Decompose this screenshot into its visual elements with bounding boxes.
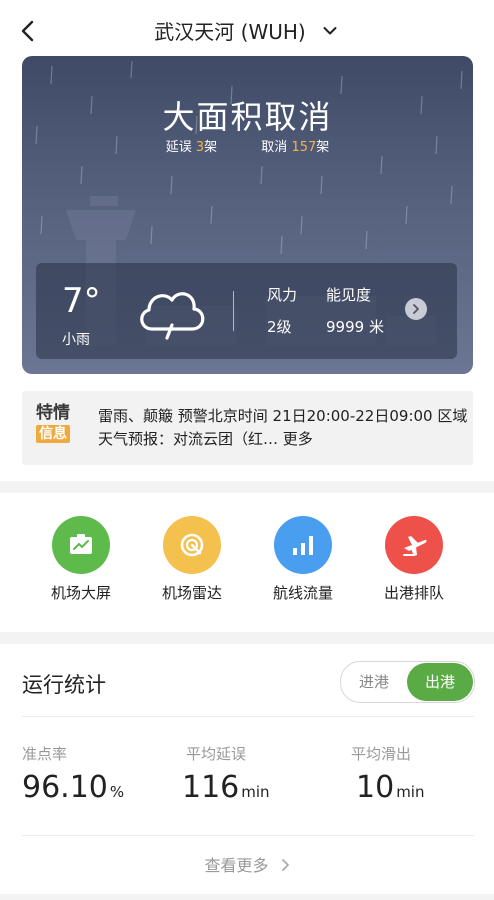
- wind-label: 风力: [267, 286, 298, 304]
- shortcut-departure-queue[interactable]: 出港排队: [359, 516, 469, 603]
- visibility-value: 9999 米: [326, 318, 384, 336]
- delayed-count: 3: [195, 140, 205, 155]
- bottom-divider: [0, 894, 494, 900]
- shortcut-label: 机场大屏: [50, 584, 111, 602]
- arrival-departure-toggle: 进港 出港: [340, 661, 475, 703]
- shortcut-label: 航线流量: [272, 584, 333, 602]
- header: 武汉天河 (WUH): [0, 16, 494, 45]
- section-divider: [0, 481, 494, 493]
- ontime-label: 准点率: [22, 745, 68, 763]
- divider-line: [22, 716, 474, 717]
- toggle-arrivals[interactable]: 进港: [341, 662, 407, 702]
- plane-icon: [385, 516, 443, 574]
- chevron-right-icon: [413, 304, 419, 314]
- notice-text-block: 雷雨、颠簸 预警北京时间 21日20:00-22日09:00 区域天气预报：对流…: [98, 405, 468, 451]
- special-notice[interactable]: 特情 信息 雷雨、颠簸 预警北京时间 21日20:00-22日09:00 区域天…: [22, 391, 473, 465]
- ontime-value: 96.10%: [22, 770, 124, 805]
- see-more-label: 查看更多: [204, 856, 269, 875]
- section-title: 运行统计: [22, 673, 106, 697]
- weather-detail-button[interactable]: [405, 298, 427, 320]
- avg-taxi-number: 10: [356, 770, 395, 805]
- status-title: 大面积取消: [162, 98, 333, 136]
- delayed-unit: 架: [204, 140, 218, 155]
- divider-line: [22, 835, 474, 836]
- see-more-link[interactable]: 查看更多: [0, 852, 494, 876]
- avg-delay-number: 116: [182, 770, 240, 805]
- shortcut-label: 机场雷达: [161, 584, 222, 602]
- delayed-label: 延误: [165, 140, 192, 155]
- avg-taxi-label: 平均滑出: [351, 745, 412, 763]
- chevron-right-icon: [281, 859, 289, 871]
- cloud-rain-icon: [140, 292, 205, 340]
- visibility-label: 能见度: [326, 286, 372, 304]
- avg-delay-value: 116 min: [182, 770, 270, 805]
- cancelled-label: 取消: [261, 140, 288, 155]
- bar-chart-icon: [274, 516, 332, 574]
- shortcut-label: 出港排队: [383, 584, 444, 602]
- flight-counts: 延误 3架 取消 157架: [22, 136, 473, 155]
- airport-title[interactable]: 武汉天河 (WUH): [154, 16, 305, 45]
- ontime-unit: %: [109, 783, 125, 801]
- notice-badge-top: 特情: [36, 403, 70, 423]
- shortcut-route-traffic[interactable]: 航线流量: [248, 516, 358, 603]
- avg-delay-label: 平均延误: [186, 745, 247, 763]
- temperature: 7°: [62, 281, 101, 321]
- cancelled-unit: 架: [316, 140, 330, 155]
- ontime-number: 96.10: [22, 770, 108, 805]
- cancelled-count: 157: [291, 140, 317, 155]
- notice-more-link[interactable]: 更多: [283, 430, 313, 448]
- section-divider: [0, 632, 494, 644]
- wind-value: 2级: [267, 318, 292, 336]
- shortcut-airport-radar[interactable]: 机场雷达: [137, 516, 247, 603]
- weather-panel[interactable]: 7° 小雨 风力 2级 能见度 9999 米: [36, 263, 457, 359]
- toggle-departures[interactable]: 出港: [407, 663, 473, 701]
- avg-taxi-unit: min: [396, 783, 425, 801]
- weather-condition: 小雨: [62, 332, 90, 348]
- radar-icon: [163, 516, 221, 574]
- airport-status-banner: 大面积取消 延误 3架 取消 157架 7° 小雨 风力 2级 能见度 9999…: [22, 56, 473, 374]
- avg-delay-unit: min: [241, 783, 270, 801]
- notice-badge-bottom: 信息: [36, 425, 70, 443]
- shortcut-airport-screen[interactable]: 机场大屏: [26, 516, 136, 603]
- weather-divider: [233, 291, 234, 331]
- avg-taxi-value: 10 min: [356, 770, 424, 805]
- screen-icon: [52, 516, 110, 574]
- chevron-down-icon[interactable]: [320, 21, 340, 41]
- notice-badge: 特情 信息: [36, 403, 82, 443]
